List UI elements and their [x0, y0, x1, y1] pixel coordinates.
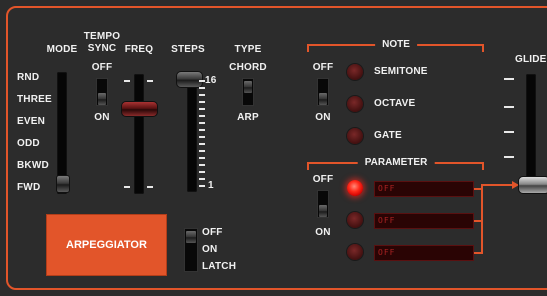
switch-knob [319, 93, 327, 105]
semitone-label: SEMITONE [374, 66, 428, 77]
parameter-3-display[interactable]: OFF [374, 245, 474, 261]
parameter-off-label: OFF [312, 174, 334, 185]
mode-option-rnd[interactable]: RND [17, 72, 39, 84]
freq-tick [124, 186, 130, 188]
semitone-led[interactable] [347, 64, 363, 80]
note-switch[interactable] [317, 78, 329, 106]
mode-option-even[interactable]: EVEN [17, 116, 45, 128]
tempo-sync-off-label: OFF [91, 62, 113, 73]
mode-slider-handle[interactable] [56, 175, 70, 193]
latch-on-label: ON [202, 244, 218, 255]
mode-option-bkwd[interactable]: BKWD [17, 160, 49, 172]
octave-led[interactable] [347, 96, 363, 112]
freq-slider-track[interactable] [134, 74, 144, 194]
switch-knob [98, 93, 106, 105]
latch-latch-label: LATCH [202, 261, 237, 272]
glide-tick [504, 156, 514, 158]
steps-scale [199, 80, 207, 187]
mode-option-odd[interactable]: ODD [17, 138, 40, 150]
freq-slider-handle[interactable] [121, 101, 158, 117]
mode-option-fwd[interactable]: FWD [17, 182, 40, 194]
sync-label: SYNC [87, 43, 117, 54]
gate-led[interactable] [347, 128, 363, 144]
tempo-label: TEMPO [83, 31, 121, 42]
latch-switch[interactable] [184, 228, 198, 272]
connector-wire [481, 184, 515, 186]
glide-tick [504, 106, 514, 108]
parameter-on-label: ON [315, 227, 331, 238]
tempo-sync-switch[interactable] [96, 78, 108, 106]
parameter-3-led[interactable] [347, 244, 363, 260]
steps-slider-track[interactable] [187, 74, 197, 192]
note-on-label: ON [315, 112, 331, 123]
freq-tick [147, 186, 153, 188]
mode-option-three[interactable]: THREE [17, 94, 52, 106]
glide-tick [504, 78, 514, 80]
switch-knob [319, 205, 327, 217]
arpeggiator-panel: MODE RND THREE EVEN ODD BKWD FWD TEMPO S… [0, 0, 547, 296]
note-title: NOTE [375, 39, 417, 51]
glide-label: GLIDE [515, 54, 547, 65]
steps-min-label: 1 [208, 180, 214, 191]
freq-tick [124, 80, 130, 82]
freq-tick [147, 80, 153, 82]
type-switch[interactable] [242, 78, 254, 106]
gate-label: GATE [374, 130, 402, 141]
connector-wire [481, 184, 483, 254]
parameter-1-display[interactable]: OFF [374, 181, 474, 197]
note-off-label: OFF [312, 62, 334, 73]
arpeggiator-button[interactable]: ARPEGGIATOR [46, 214, 167, 276]
parameter-2-display[interactable]: OFF [374, 213, 474, 229]
switch-knob [244, 81, 252, 93]
glide-slider-handle[interactable] [518, 176, 547, 194]
parameter-2-led[interactable] [347, 212, 363, 228]
type-label: TYPE [234, 44, 262, 55]
steps-label: STEPS [171, 44, 205, 55]
switch-knob [186, 231, 196, 243]
type-arp-label: ARP [237, 112, 259, 123]
tempo-sync-on-label: ON [94, 112, 110, 123]
parameter-1-led[interactable] [347, 180, 363, 196]
parameter-title: PARAMETER [357, 157, 435, 169]
octave-label: OCTAVE [374, 98, 416, 109]
type-chord-label: CHORD [229, 62, 267, 73]
mode-label: MODE [46, 44, 78, 55]
latch-off-label: OFF [202, 227, 223, 238]
freq-label: FREQ [124, 44, 154, 55]
parameter-switch[interactable] [317, 190, 329, 218]
glide-tick [504, 131, 514, 133]
